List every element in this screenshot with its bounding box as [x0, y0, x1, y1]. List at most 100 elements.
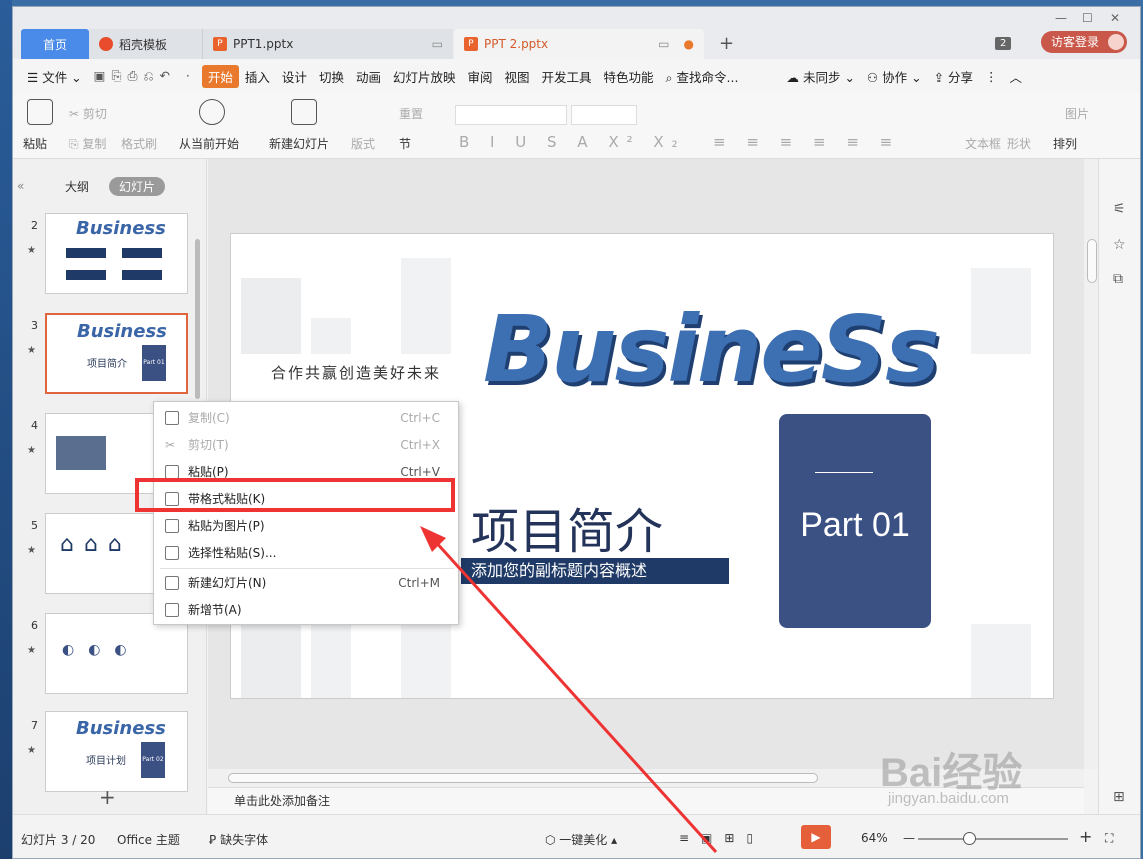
- new-slide-icon[interactable]: [291, 99, 317, 125]
- ctx-shortcut: Ctrl+X: [400, 437, 440, 452]
- monitor-icon: ▭: [658, 37, 670, 51]
- zoom-out-icon[interactable]: —: [903, 831, 915, 845]
- shape-button[interactable]: 形状: [1007, 135, 1031, 152]
- format-painter-button[interactable]: 格式刷: [121, 135, 157, 152]
- menu-view[interactable]: 视图: [499, 67, 536, 86]
- tab-home[interactable]: 首页: [21, 29, 89, 59]
- tab-label: PPT 2.pptx: [484, 37, 549, 51]
- menu-slideshow[interactable]: 幻灯片放映: [387, 67, 462, 86]
- menu-animation[interactable]: 动画: [350, 67, 387, 86]
- missing-font-button[interactable]: Ꝑ 缺失字体: [209, 831, 268, 848]
- ctx-cut[interactable]: ✂ 剪切(T) Ctrl+X: [154, 431, 458, 458]
- section-button[interactable]: 节: [399, 135, 411, 152]
- ctx-label: 新增节(A): [188, 603, 242, 617]
- settings-sliders-icon[interactable]: ⚟: [1113, 201, 1126, 217]
- slide-thumbnail-7[interactable]: Business 项目计划 Part 02: [45, 711, 188, 792]
- ctx-label: 选择性粘贴(S)...: [188, 546, 277, 560]
- menu-transition[interactable]: 切换: [313, 67, 350, 86]
- beautify-button[interactable]: ⬡ 一键美化 ▴: [545, 831, 617, 848]
- part-box[interactable]: Part 01: [779, 414, 931, 628]
- arrange-button[interactable]: 排列: [1053, 135, 1077, 152]
- window-count-badge[interactable]: 2: [995, 37, 1012, 50]
- menu-review[interactable]: 审阅: [461, 67, 498, 86]
- ctx-copy[interactable]: 复制(C) Ctrl+C: [154, 404, 458, 431]
- thumb-arrows: ⌂⌂⌂: [60, 532, 132, 557]
- more-icon[interactable]: ⋮: [979, 69, 1004, 84]
- text-format-icons[interactable]: B I U S A X² X₂: [459, 133, 686, 151]
- ctx-new-section[interactable]: 新增节(A): [154, 596, 458, 623]
- minimize-icon[interactable]: —: [1055, 11, 1067, 25]
- menu-developer[interactable]: 开发工具: [536, 67, 598, 86]
- menu-features[interactable]: 特色功能: [598, 67, 660, 86]
- slide-number: 4: [31, 419, 38, 432]
- font-size-select[interactable]: [571, 105, 637, 125]
- theme-name[interactable]: Office 主题: [117, 831, 180, 848]
- search-icon: ⌕: [665, 69, 673, 85]
- reset-button[interactable]: 重置: [399, 105, 423, 122]
- close-icon[interactable]: ✕: [1110, 11, 1120, 25]
- grid-icon[interactable]: ⊞: [1113, 789, 1125, 805]
- tab-ppt1[interactable]: P PPT1.pptx ▭: [203, 29, 453, 59]
- thumb-block: [122, 270, 162, 280]
- cut-button[interactable]: ✂ 剪切: [69, 105, 107, 122]
- ctx-paste-with-format[interactable]: 带格式粘贴(K): [154, 485, 458, 512]
- zoom-slider-knob[interactable]: [963, 832, 976, 845]
- play-from-current-label[interactable]: 从当前开始: [179, 135, 239, 152]
- zoom-level[interactable]: 64%: [861, 831, 888, 845]
- tab-slides[interactable]: 幻灯片: [109, 177, 166, 196]
- zoom-slider[interactable]: [918, 838, 1068, 840]
- fit-window-icon[interactable]: ⛶: [1105, 831, 1113, 846]
- picture-button[interactable]: 图片: [1065, 105, 1089, 122]
- new-section-icon: [165, 602, 179, 617]
- hscroll-thumb[interactable]: [228, 773, 818, 783]
- slideshow-play-button[interactable]: ▶: [801, 825, 831, 849]
- tab-outline[interactable]: 大纲: [55, 177, 99, 196]
- layout-button[interactable]: 版式: [351, 135, 375, 152]
- canvas-vertical-scrollbar[interactable]: [1084, 159, 1098, 769]
- guest-login-button[interactable]: 访客登录: [1041, 31, 1128, 53]
- zoom-in-icon[interactable]: +: [1079, 827, 1092, 846]
- ctx-paste[interactable]: 粘贴(P) Ctrl+V: [154, 458, 458, 485]
- paragraph-icons[interactable]: ≡ ≡ ≡ ≡ ≡ ≡: [713, 133, 900, 151]
- quick-tools-icons[interactable]: ▣⎘⎙⎌↶ ·: [88, 68, 202, 84]
- slide-thumbnail-6[interactable]: ◐◐◐: [45, 613, 188, 694]
- copy-layout-icon[interactable]: ⧉: [1113, 271, 1123, 287]
- ctx-shortcut: Ctrl+C: [400, 410, 440, 425]
- menu-design[interactable]: 设计: [276, 67, 313, 86]
- slide-slogan[interactable]: 合作共赢创造美好未来: [271, 362, 441, 383]
- sync-status[interactable]: ☁ 未同步 ⌄: [780, 67, 860, 86]
- ctx-new-slide[interactable]: 新建幻灯片(N) Ctrl+M: [154, 569, 458, 596]
- vscroll-thumb[interactable]: [1087, 239, 1097, 283]
- new-tab-plus-icon[interactable]: +: [719, 33, 734, 54]
- add-slide-plus-icon[interactable]: +: [99, 785, 116, 809]
- collab-button[interactable]: ⚇ 协作 ⌄: [861, 67, 928, 86]
- ctx-paste-special[interactable]: 选择性粘贴(S)...: [154, 539, 458, 566]
- command-search[interactable]: ⌕ 查找命令...: [660, 67, 745, 86]
- ctx-paste-as-picture[interactable]: 粘贴为图片(P): [154, 512, 458, 539]
- textbox-button[interactable]: 文本框: [965, 135, 1001, 152]
- paste-label[interactable]: 粘贴: [23, 135, 47, 152]
- menu-insert[interactable]: 插入: [239, 67, 276, 86]
- share-button[interactable]: ⇪ 分享: [928, 67, 979, 86]
- star-icon[interactable]: ☆: [1113, 237, 1126, 253]
- slide-title[interactable]: 项目简介: [471, 492, 663, 562]
- slide-thumbnail-3[interactable]: Business 项目简介 Part 01: [45, 313, 188, 394]
- animation-star-icon: ★: [27, 245, 36, 256]
- paste-icon[interactable]: [27, 99, 53, 125]
- new-slide-label[interactable]: 新建幻灯片: [269, 135, 329, 152]
- slide-thumbnail-2[interactable]: Business: [45, 213, 188, 294]
- slide-subtitle[interactable]: 添加您的副标题内容概述: [461, 558, 729, 584]
- view-mode-icons[interactable]: ≡▣⊞▯: [679, 831, 765, 845]
- menu-home[interactable]: 开始: [201, 64, 239, 88]
- play-from-current-icon[interactable]: [199, 99, 225, 125]
- slide-business-word[interactable]: BusineSs: [483, 296, 940, 403]
- unsaved-dot-icon: ●: [683, 37, 694, 51]
- menu-file[interactable]: ☰ 文件 ⌄: [21, 67, 88, 86]
- tab-docer-templates[interactable]: 稻壳模板: [89, 29, 203, 59]
- maximize-icon[interactable]: ☐: [1082, 11, 1093, 25]
- tab-ppt2[interactable]: P PPT 2.pptx ▭ ●: [454, 29, 704, 59]
- collapse-ribbon-icon[interactable]: ︿: [1004, 67, 1029, 86]
- font-family-select[interactable]: [455, 105, 567, 125]
- copy-button[interactable]: ⎘ 复制: [69, 135, 106, 152]
- panel-scrollbar[interactable]: [195, 239, 200, 399]
